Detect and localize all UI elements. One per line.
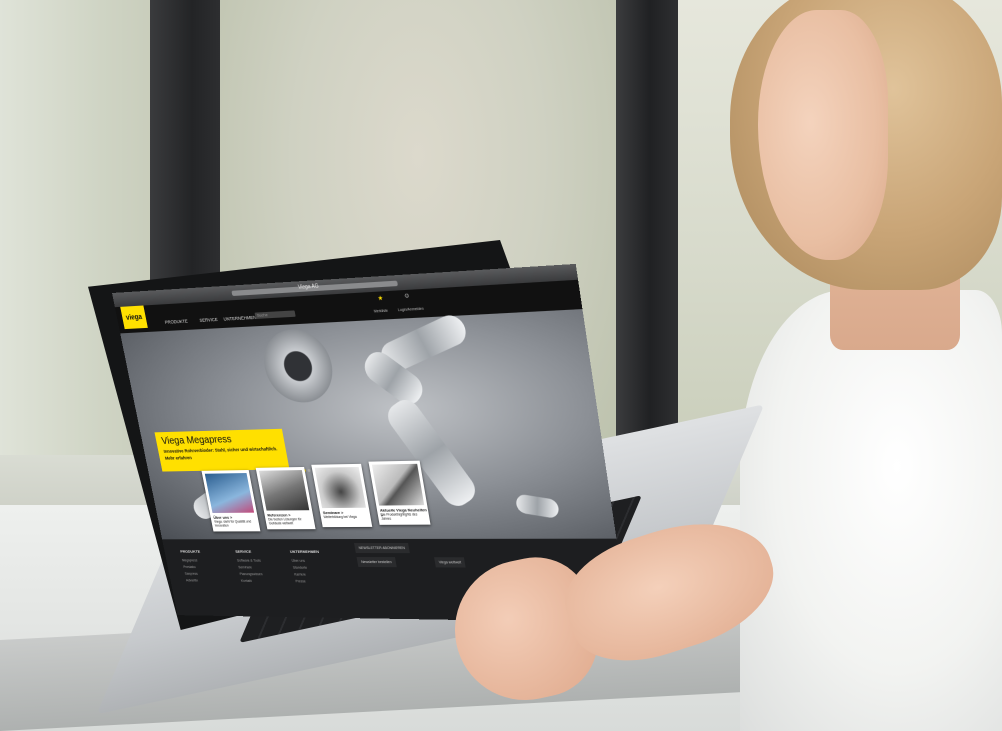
star-icon[interactable]: ★ <box>377 295 384 303</box>
footer-link[interactable]: Kontakt <box>241 579 252 583</box>
pipe-flange-image <box>258 327 339 404</box>
newsletter-button[interactable]: Newsletter bestellen <box>356 557 397 568</box>
footer-link[interactable]: Presse <box>295 579 306 583</box>
card-text: Weiterbildung bei Viega <box>323 514 358 520</box>
footer-link[interactable]: Karriere <box>294 573 306 577</box>
footer-link[interactable]: Advantix <box>186 578 199 582</box>
pipe-fitting-image <box>516 493 559 520</box>
footer-link[interactable]: Megapress <box>182 558 198 562</box>
worldwide-button[interactable]: Viega weltweit <box>434 557 466 568</box>
footer-heading: SERVICE <box>234 548 252 554</box>
teaser-card[interactable]: Referenzen > Die besten Lösungen für Geb… <box>255 466 316 530</box>
card-image <box>314 466 366 509</box>
hero-more-link[interactable]: Mehr erfahren <box>165 453 282 460</box>
card-image <box>258 470 310 511</box>
teaser-card[interactable]: Aktuelle Viega Neuheiten > Die Produkthi… <box>368 460 431 525</box>
hero-title: Viega Megapress <box>160 434 233 447</box>
footer-heading: UNTERNEHMEN <box>289 548 320 554</box>
card-text: Die besten Lösungen für Gebäude weltweit <box>267 517 302 526</box>
hero-slider[interactable]: Viega Megapress Innovative Rohrverbinder… <box>120 309 617 540</box>
footer-heading: PRODUKTE <box>179 548 201 554</box>
footer-link[interactable]: Prestabo <box>183 565 196 569</box>
slider-dot[interactable] <box>307 468 311 472</box>
footer-link[interactable]: Seminare <box>238 565 252 569</box>
card-image <box>371 463 425 506</box>
viega-logo[interactable]: viega <box>120 305 148 330</box>
card-text: Die Produkthighlights des Jahres <box>380 512 418 521</box>
hero-banner[interactable]: Viega Megapress Innovative Rohrverbinder… <box>154 428 290 472</box>
footer-link[interactable]: Software & Tools <box>237 559 261 563</box>
newsletter-heading: NEWSLETTER ABONNIEREN <box>354 543 410 554</box>
footer-link[interactable]: Standorte <box>293 566 308 570</box>
footer-link[interactable]: Sanpress <box>184 572 198 576</box>
teaser-card[interactable]: Seminare > Weiterbildung bei Viega <box>311 463 373 528</box>
nav-service[interactable]: SERVICE <box>199 317 218 323</box>
browser-title: Viega AG <box>297 283 320 291</box>
photo-scene: Viega AG viega PRODUKTE SERVICE UNTERNEH… <box>0 0 1002 731</box>
card-image <box>204 473 255 513</box>
footer-link[interactable]: Planungswissen <box>239 572 263 576</box>
card-text: Viega: steht für Qualität und Innovation <box>213 519 252 528</box>
person-shirt <box>740 290 1002 731</box>
user-icon[interactable]: ☺ <box>403 293 410 300</box>
teaser-card[interactable]: Über uns > Viega: steht für Qualität und… <box>201 469 261 532</box>
footer-link[interactable]: Über uns <box>291 559 305 563</box>
merkliste-label: Merkliste <box>373 308 389 314</box>
